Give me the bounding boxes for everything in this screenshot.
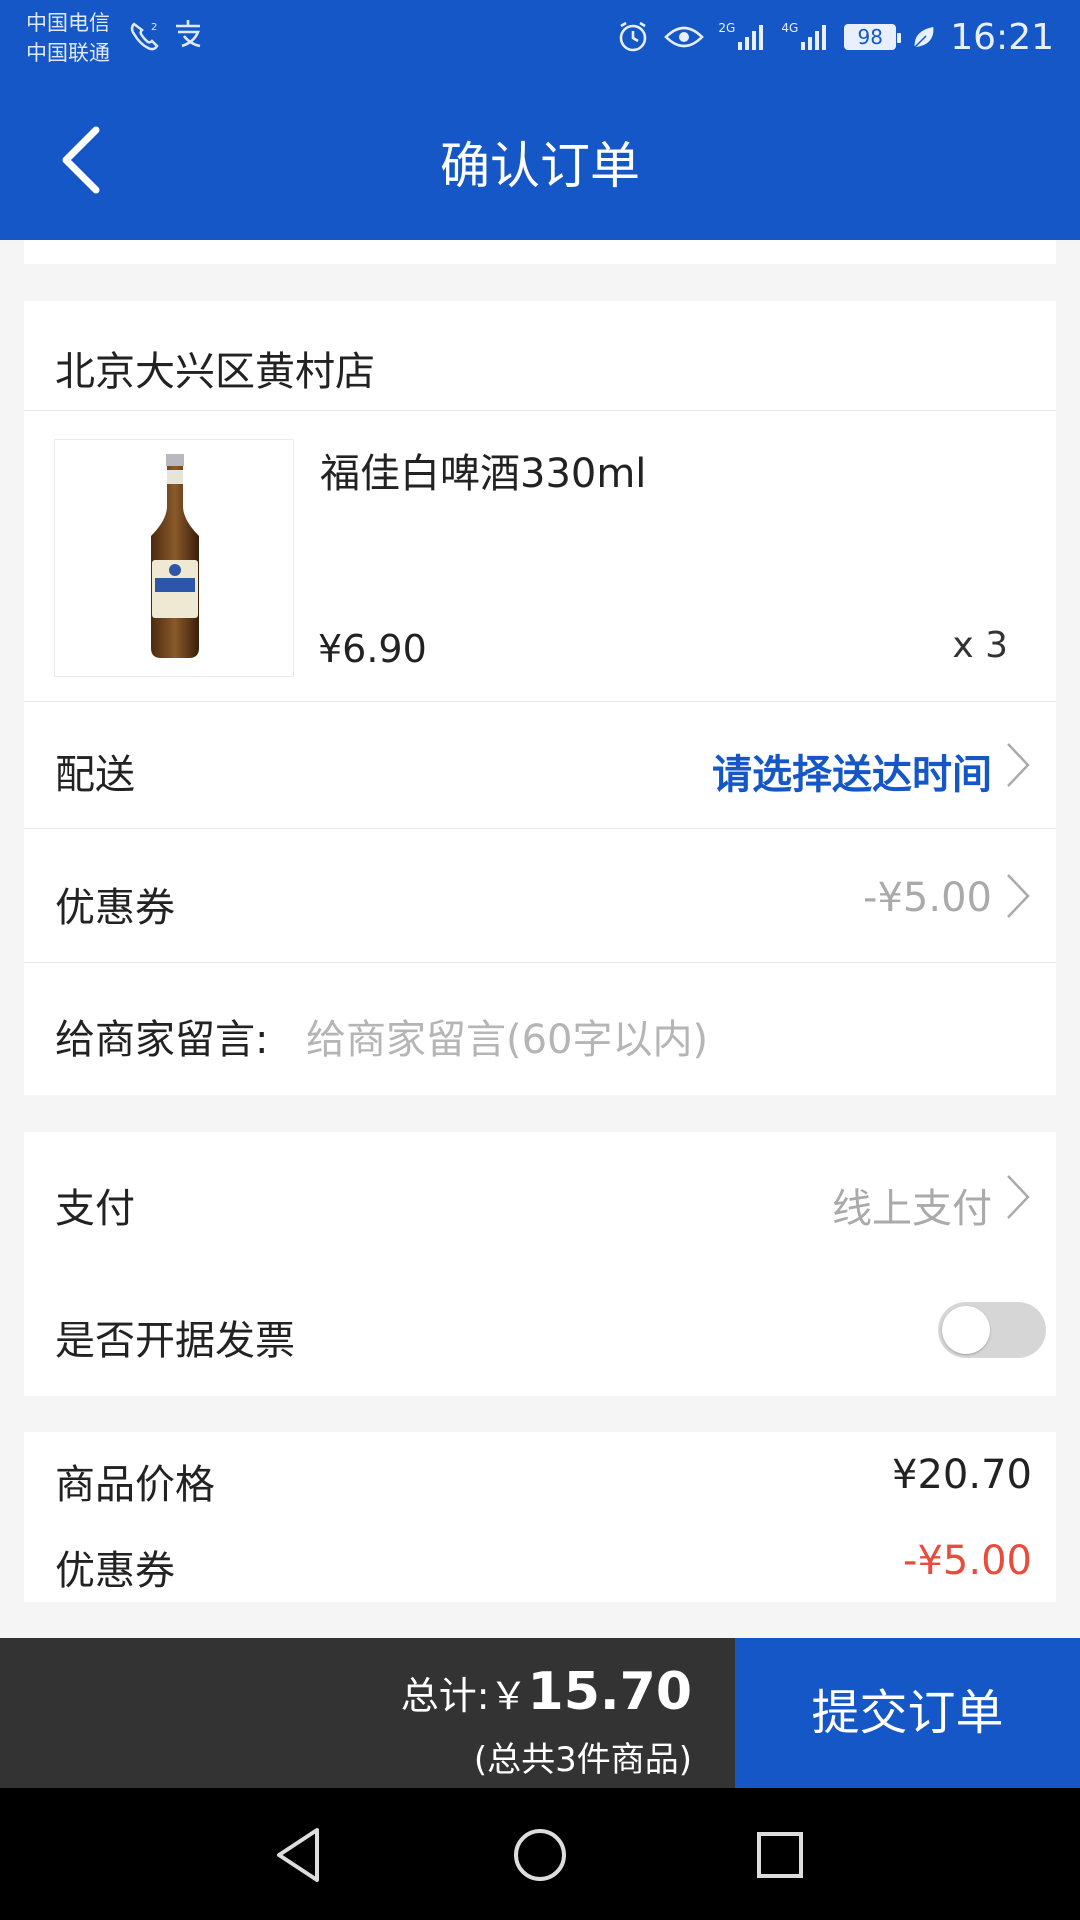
- goods-price-label: 商品价格: [55, 1462, 215, 1508]
- status-bar: 中国电信 中国联通 2 2G 4G 98 16:21: [0, 0, 1080, 78]
- chevron-right-icon: [1007, 1175, 1030, 1219]
- carrier-labels: 中国电信 中国联通: [26, 8, 110, 68]
- total-prefix: 总计:￥: [400, 1674, 528, 1718]
- item-count: (总共3件商品): [473, 1740, 692, 1780]
- summary-coupon-label: 优惠券: [55, 1548, 175, 1594]
- payment-label: 支付: [55, 1186, 135, 1232]
- chevron-right-icon: [1007, 743, 1030, 787]
- battery-indicator: 98: [844, 24, 902, 50]
- total-amount: 15.70: [527, 1662, 692, 1722]
- summary-coupon-value: -¥5.00: [903, 1538, 1032, 1584]
- previous-card-edge: [24, 240, 1056, 264]
- order-total: 总计:￥15.70: [401, 1662, 692, 1722]
- signal-4g: 4G: [781, 22, 830, 52]
- page-title: 确认订单: [440, 137, 640, 195]
- delivery-row[interactable]: 配送 请选择送达时间: [24, 702, 1056, 828]
- goods-price-value: ¥20.70: [892, 1452, 1032, 1498]
- store-name: 北京大兴区黄村店: [55, 349, 375, 395]
- signal-2g: 2G: [718, 22, 767, 52]
- message-label: 给商家留言:: [55, 1017, 269, 1063]
- system-nav-bar: [0, 1788, 1080, 1920]
- toggle-knob: [942, 1306, 990, 1354]
- product-price: ¥6.90: [318, 627, 427, 671]
- invoice-label: 是否开据发票: [55, 1318, 295, 1364]
- delivery-time-selector[interactable]: 请选择送达时间: [712, 742, 992, 800]
- carrier-1: 中国电信: [26, 11, 110, 35]
- app-header: 确认订单: [0, 78, 1080, 240]
- price-summary-card: 商品价格 ¥20.70 优惠券 -¥5.00: [24, 1432, 1056, 1602]
- coupon-label: 优惠券: [55, 885, 175, 931]
- status-right: 2G 4G 98 16:21: [616, 12, 1054, 62]
- message-row: 给商家留言: 给商家留言(60字以内): [24, 963, 1056, 1095]
- chevron-right-icon: [1007, 874, 1030, 918]
- coupon-value: -¥5.00: [863, 875, 992, 921]
- signal-bars-icon: [801, 25, 827, 50]
- message-input[interactable]: 给商家留言(60字以内): [306, 1007, 708, 1065]
- delivery-label: 配送: [55, 752, 135, 798]
- invoice-row: 是否开据发票: [24, 1264, 1056, 1396]
- coupon-row[interactable]: 优惠券 -¥5.00: [24, 829, 1056, 962]
- payment-card: 支付 线上支付 是否开据发票: [24, 1132, 1056, 1396]
- payment-row[interactable]: 支付 线上支付: [24, 1132, 1056, 1264]
- submit-order-button[interactable]: 提交订单: [735, 1638, 1080, 1788]
- divider: [24, 410, 1056, 411]
- alipay-icon: [176, 20, 201, 48]
- nav-back-icon[interactable]: [265, 1820, 335, 1890]
- clock: 16:21: [950, 16, 1054, 58]
- alarm-icon: [620, 21, 647, 52]
- invoice-toggle[interactable]: [938, 1302, 1046, 1358]
- eye-comfort-icon: [664, 26, 705, 48]
- product-image[interactable]: [54, 439, 294, 677]
- svg-text:2: 2: [151, 22, 157, 33]
- payment-method-value: 线上支付: [832, 1186, 992, 1232]
- product-quantity: x 3: [952, 625, 1008, 666]
- nav-home-icon[interactable]: [505, 1820, 575, 1890]
- product-name: 福佳白啤酒330ml: [320, 451, 647, 497]
- beer-bottle-icon: [151, 454, 199, 658]
- power-saving-leaf-icon: [913, 25, 936, 49]
- carrier-2: 中国联通: [26, 41, 110, 65]
- signal-bars-icon: [738, 25, 764, 50]
- nav-recents-icon[interactable]: [745, 1820, 815, 1890]
- wifi-call-icon: 2: [130, 22, 159, 51]
